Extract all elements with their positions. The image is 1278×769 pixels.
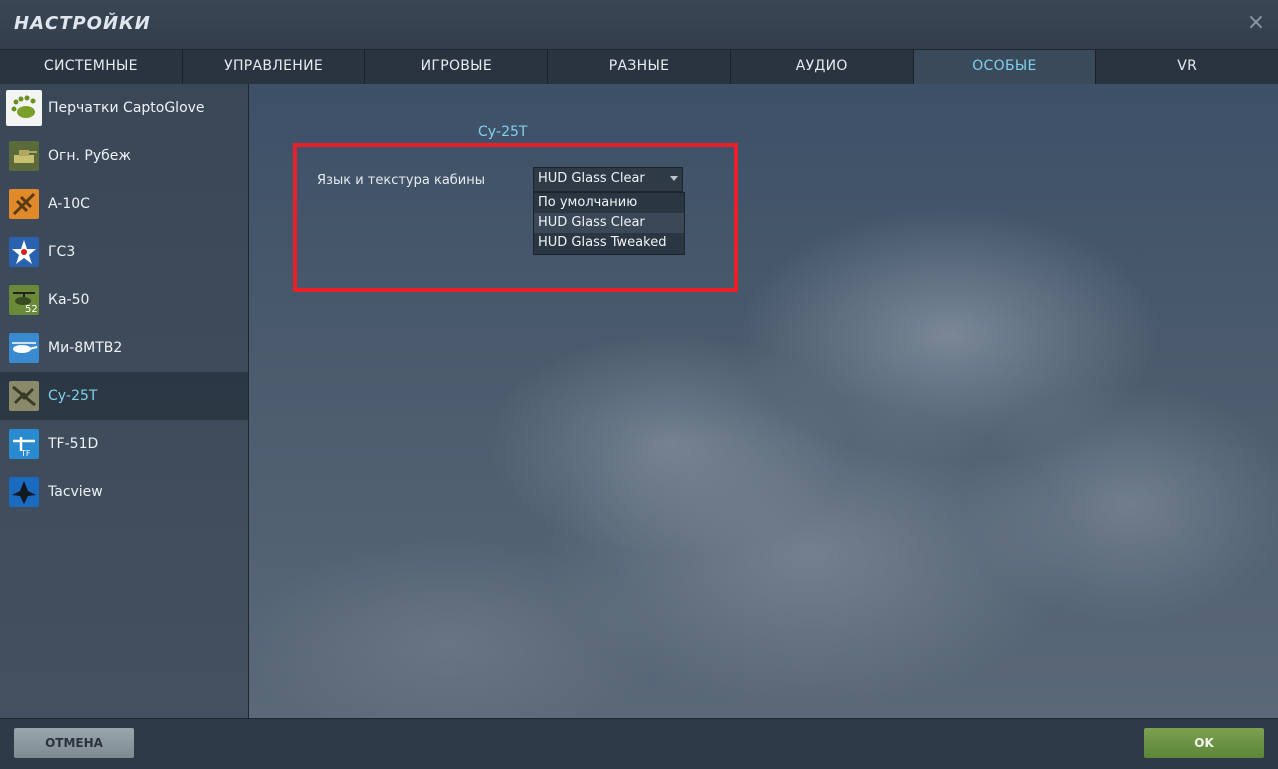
sidebar-item-label: Ка-50 <box>48 292 90 308</box>
sidebar-item-tacview[interactable]: Tacview <box>0 468 248 516</box>
tab-controls[interactable]: УПРАВЛЕНИЕ <box>183 50 366 84</box>
option-default[interactable]: По умолчанию <box>534 193 684 213</box>
footer-bar: ОТМЕНА OK <box>0 718 1278 769</box>
combined-arms-icon <box>9 141 39 171</box>
sidebar-item-label: A-10C <box>48 196 90 212</box>
cockpit-language-select[interactable]: HUD Glass Clear <box>533 167 683 192</box>
tf51d-icon: TF <box>9 429 39 459</box>
sidebar-item-combined-arms[interactable]: Огн. Рубеж <box>0 132 248 180</box>
captoglove-icon <box>6 90 42 126</box>
sidebar-item-label: Ми-8МТВ2 <box>48 340 123 356</box>
star-icon <box>9 237 39 267</box>
svg-text:TF: TF <box>20 449 31 458</box>
option-hud-glass-clear[interactable]: HUD Glass Clear <box>534 213 684 233</box>
sidebar-item-ka50[interactable]: 52 Ка-50 <box>0 276 248 324</box>
sidebar-item-captoglove[interactable]: Перчатки CaptoGlove <box>0 84 248 132</box>
option-hud-glass-tweaked[interactable]: HUD Glass Tweaked <box>534 233 684 253</box>
chevron-down-icon <box>670 176 678 181</box>
cockpit-language-label: Язык и текстура кабины <box>317 173 486 188</box>
tab-bar: СИСТЕМНЫЕ УПРАВЛЕНИЕ ИГРОВЫЕ РАЗНЫЕ АУДИ… <box>0 49 1278 85</box>
sidebar-item-label: Перчатки CaptoGlove <box>48 100 205 116</box>
mi8-icon <box>9 333 39 363</box>
close-icon[interactable]: × <box>1246 12 1266 34</box>
sidebar-item-label: ГС3 <box>48 244 76 260</box>
tab-special[interactable]: ОСОБЫЕ <box>913 50 1097 84</box>
su25t-icon <box>9 381 39 411</box>
ok-button[interactable]: OK <box>1144 728 1264 758</box>
sidebar-item-su25t[interactable]: Су-25Т <box>0 372 248 420</box>
sidebar-item-label: Tacview <box>48 484 103 500</box>
ka50-icon: 52 <box>9 285 39 315</box>
dropdown-options: По умолчанию HUD Glass Clear HUD Glass T… <box>533 192 685 255</box>
tab-gameplay[interactable]: ИГРОВЫЕ <box>365 50 549 84</box>
sidebar-item-label: Огн. Рубеж <box>48 148 132 164</box>
window-title: НАСТРОЙКИ <box>14 13 151 34</box>
module-sidebar: Перчатки CaptoGlove Огн. Рубеж A-10C ГС3… <box>0 84 249 718</box>
title-bar: НАСТРОЙКИ × <box>0 0 1278 49</box>
sidebar-item-gs3[interactable]: ГС3 <box>0 228 248 276</box>
cancel-button[interactable]: ОТМЕНА <box>14 728 134 758</box>
sidebar-item-label: Су-25Т <box>48 388 98 404</box>
sidebar-item-mi8[interactable]: Ми-8МТВ2 <box>0 324 248 372</box>
sidebar-item-tf51d[interactable]: TF TF-51D <box>0 420 248 468</box>
settings-panel: Су-25Т Язык и текстура кабины HUD Glass … <box>249 84 1278 718</box>
tab-system[interactable]: СИСТЕМНЫЕ <box>0 50 183 84</box>
select-value: HUD Glass Clear <box>538 171 645 186</box>
tacview-icon <box>9 477 39 507</box>
module-section-title: Су-25Т <box>478 124 528 140</box>
tab-audio[interactable]: АУДИО <box>731 50 914 84</box>
svg-text:52: 52 <box>25 304 38 315</box>
tab-misc[interactable]: РАЗНЫЕ <box>548 50 731 84</box>
sidebar-item-a10c[interactable]: A-10C <box>0 180 248 228</box>
tab-vr[interactable]: VR <box>1096 50 1278 84</box>
sidebar-item-label: TF-51D <box>48 436 99 452</box>
a10c-icon <box>9 189 39 219</box>
